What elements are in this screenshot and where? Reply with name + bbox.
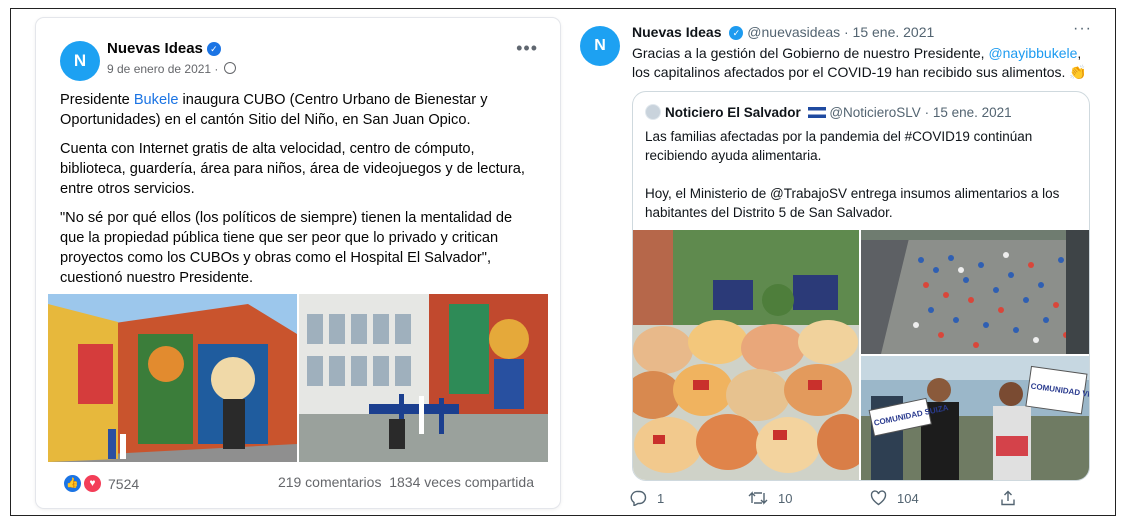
reactions-count[interactable]: 7524 (108, 476, 139, 492)
post-paragraph-3: "No sé por qué ellos (los políticos de s… (60, 210, 513, 286)
like-count: 104 (897, 490, 919, 506)
quoted-avatar (645, 104, 661, 120)
retweet-count: 10 (778, 490, 793, 506)
quoted-paragraph-1: Las familias afectadas por la pandemia d… (645, 129, 1033, 163)
bukele-link[interactable]: Bukele (134, 92, 179, 108)
quoted-paragraph-2: Hoy, el Ministerio de @TrabajoSV entrega… (645, 186, 1060, 220)
tweet-text: Gracias a la gestión del Gobierno de nue… (632, 44, 1092, 82)
quoted-tweet-header: Noticiero El Salvador @NoticieroSLV · 15… (645, 104, 1012, 120)
paragraph-text: Presidente (60, 92, 134, 108)
quoted-tweet[interactable]: Noticiero El Salvador @NoticieroSLV · 15… (632, 91, 1090, 481)
tweet-handle-date[interactable]: @nuevasideas · 15 ene. 2021 (747, 24, 934, 40)
verified-badge-icon: ✓ (729, 26, 744, 40)
tweet-text-part: Gracias a la gestión del Gobierno de nue… (632, 45, 989, 61)
retweet-button[interactable]: 10 (748, 490, 792, 506)
community-signs-photo[interactable]: COMUNIDAD SUIZACOMUNIDAD VISTA ALEGRE (861, 356, 1089, 480)
post-meta: 9 de enero de 2021 · (107, 62, 236, 76)
love-icon: ♥ (83, 474, 102, 493)
tweet-card: N Nuevas Ideas ✓ @nuevasideas · 15 ene. … (578, 18, 1100, 508)
like-icon: 👍 (64, 475, 81, 492)
aerial-crowd-photo[interactable] (861, 230, 1089, 354)
retweet-icon (748, 491, 768, 505)
tweet-author-avatar[interactable]: N (580, 26, 620, 66)
heart-icon (870, 490, 887, 506)
quoted-spacer (645, 165, 1075, 184)
cubo-building-photo[interactable] (299, 294, 548, 462)
quoted-media-grid: COMUNIDAD SUIZACOMUNIDAD VISTA ALEGRE (633, 230, 1089, 480)
reply-icon (630, 490, 647, 506)
post-date[interactable]: 9 de enero de 2021 · (107, 62, 218, 76)
mural-photo-1[interactable] (48, 294, 297, 462)
share-icon (1001, 490, 1015, 506)
quoted-author-name[interactable]: Noticiero El Salvador (665, 105, 801, 120)
food-bags-photo[interactable] (633, 230, 859, 480)
like-button[interactable]: 104 (870, 490, 919, 506)
comments-link[interactable]: 219 comentarios (278, 474, 382, 490)
reply-count: 1 (657, 490, 665, 506)
shares-link[interactable]: 1834 veces compartida (389, 474, 534, 490)
author-name-text[interactable]: Nuevas Ideas (107, 40, 203, 57)
post-text: Presidente Bukele inaugura CUBO (Centro … (60, 90, 540, 297)
more-options-button[interactable]: ••• (516, 38, 538, 59)
engagement-counts: 219 comentarios 1834 veces compartida (278, 474, 534, 490)
post-paragraph-1: Presidente Bukele inaugura CUBO (Centro … (60, 90, 540, 130)
tweet-more-button[interactable]: ··· (1073, 20, 1092, 38)
post-paragraph-2: Cuenta con Internet gratis de alta veloc… (60, 141, 525, 197)
post-photos (48, 294, 548, 462)
el-salvador-flag-icon (807, 107, 826, 118)
mention-link[interactable]: @nayibbukele (988, 45, 1077, 61)
quoted-handle-date: @NoticieroSLV · 15 ene. 2021 (829, 105, 1012, 120)
author-avatar[interactable]: N (60, 41, 100, 81)
reply-button[interactable]: 1 (630, 490, 664, 506)
share-button[interactable] (1000, 490, 1016, 506)
verified-badge-icon: ✓ (206, 42, 221, 56)
reactions[interactable]: 👍 ♥ 7524 (64, 474, 139, 493)
globe-icon (223, 62, 236, 74)
tweet-header: Nuevas Ideas ✓ @nuevasideas · 15 ene. 20… (632, 24, 934, 40)
quoted-tweet-text: Las familias afectadas por la pandemia d… (645, 127, 1075, 222)
author-name[interactable]: Nuevas Ideas ✓ (107, 40, 221, 57)
tweet-author-name[interactable]: Nuevas Ideas (632, 24, 722, 40)
facebook-post-card: N Nuevas Ideas ✓ 9 de enero de 2021 · •••… (36, 18, 560, 508)
